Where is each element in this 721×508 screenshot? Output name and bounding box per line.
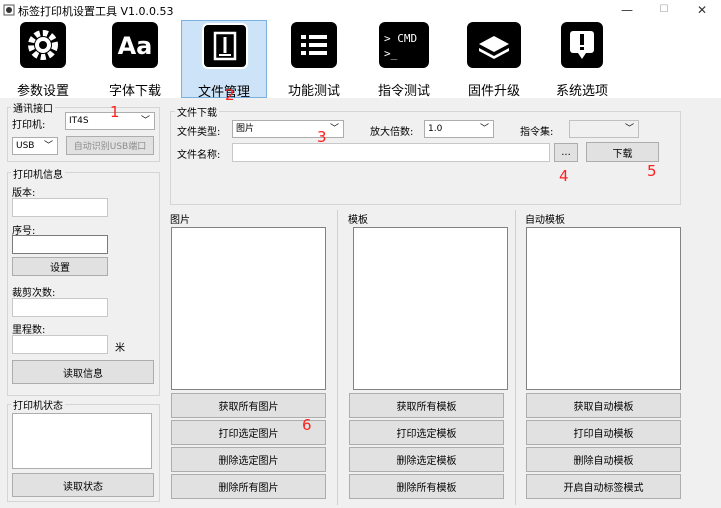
mileage-unit: 米: [115, 343, 125, 354]
divider: [515, 210, 516, 505]
minimize-button[interactable]: —: [608, 0, 646, 20]
annotation-2: 2: [225, 86, 235, 104]
annotation-4: 4: [559, 167, 569, 185]
templates-list[interactable]: [353, 227, 508, 390]
images-title: 图片: [170, 215, 190, 226]
templates-title: 模板: [348, 215, 368, 226]
status-textarea[interactable]: [12, 413, 152, 469]
toolbar: 参数设置 Aa 字体下载 文件管理 功能测试 > CMD >_ 指令测试 固件升级: [0, 20, 721, 100]
font-icon: Aa: [112, 22, 158, 68]
tab-label: 功能测试: [287, 84, 340, 99]
type-label: 文件类型:: [177, 127, 221, 138]
mileage-field[interactable]: [12, 335, 108, 354]
print-auto-template-button[interactable]: 打印自动模板: [526, 420, 681, 445]
svg-text:Aa: Aa: [118, 32, 153, 60]
tab-label: 文件管理: [197, 85, 250, 100]
list-icon: [291, 22, 337, 68]
get-auto-template-button[interactable]: 获取自动模板: [526, 393, 681, 418]
set-button[interactable]: 设置: [12, 257, 108, 276]
cmdset-select[interactable]: ﹀: [569, 120, 639, 138]
cmdset-label: 指令集:: [520, 127, 554, 138]
images-list[interactable]: [171, 227, 326, 390]
mileage-label: 里程数:: [12, 325, 46, 336]
tab-firmware-upgrade[interactable]: 固件升级: [451, 20, 537, 99]
enable-auto-label-mode-button[interactable]: 开启自动标签模式: [526, 474, 681, 499]
zoom-label: 放大倍数:: [370, 127, 414, 138]
cmd-icon: > CMD >_: [379, 22, 429, 68]
chevron-down-icon: ﹀: [479, 124, 489, 134]
tab-label: 参数设置: [16, 84, 69, 99]
tab-label: 指令测试: [377, 84, 430, 99]
comm-title: 通讯接口: [11, 100, 55, 115]
cut-count-label: 裁剪次数:: [12, 288, 56, 299]
filename-field[interactable]: [232, 143, 550, 162]
tab-label: 固件升级: [467, 84, 520, 99]
download-button[interactable]: 下载: [586, 142, 659, 162]
browse-button[interactable]: ...: [554, 143, 578, 162]
tab-label: 字体下载: [108, 84, 161, 99]
delete-auto-template-button[interactable]: 删除自动模板: [526, 447, 681, 472]
annotation-5: 5: [647, 162, 657, 180]
version-label: 版本:: [12, 188, 36, 199]
close-button[interactable]: ✕: [683, 0, 721, 20]
get-all-templates-button[interactable]: 获取所有模板: [349, 393, 504, 418]
printer-label: 打印机:: [12, 120, 46, 131]
info-title: 打印机信息: [11, 166, 65, 181]
title-bar: 标签打印机设置工具 V1.0.0.53 — ☐ ✕: [0, 0, 721, 20]
app-icon: [3, 4, 15, 16]
tab-font-download[interactable]: Aa 字体下载: [92, 20, 178, 99]
version-field[interactable]: [12, 198, 108, 217]
svg-text:> CMD: > CMD: [384, 32, 417, 45]
get-all-images-button[interactable]: 获取所有图片: [171, 393, 326, 418]
download-title: 文件下载: [175, 104, 219, 119]
read-info-button[interactable]: 读取信息: [12, 360, 154, 384]
chip-icon: [467, 22, 521, 68]
auto-templates-list[interactable]: [526, 227, 681, 390]
auto-templates-title: 自动模板: [525, 215, 565, 226]
tab-command-test[interactable]: > CMD >_ 指令测试: [361, 20, 447, 99]
chevron-down-icon: ﹀: [329, 124, 339, 134]
chevron-down-icon: ﹀: [624, 124, 634, 134]
chevron-down-icon: ﹀: [140, 116, 150, 126]
serial-field[interactable]: [12, 235, 108, 254]
file-pencil-icon: [202, 23, 248, 69]
chevron-down-icon: ﹀: [43, 141, 53, 151]
read-status-button[interactable]: 读取状态: [12, 473, 154, 497]
delete-all-images-button[interactable]: 删除所有图片: [171, 474, 326, 499]
divider: [337, 210, 338, 505]
delete-all-templates-button[interactable]: 删除所有模板: [349, 474, 504, 499]
zoom-select[interactable]: 1.0 ﹀: [424, 120, 494, 138]
tab-parameter-settings[interactable]: 参数设置: [0, 20, 86, 99]
delete-selected-template-button[interactable]: 删除选定模板: [349, 447, 504, 472]
file-type-select[interactable]: 图片 ﹀: [232, 120, 344, 138]
svg-text:>_: >_: [384, 47, 398, 60]
gear-icon: [20, 22, 66, 68]
delete-selected-image-button[interactable]: 删除选定图片: [171, 447, 326, 472]
auto-detect-button[interactable]: 自动识别USB端口: [66, 136, 154, 155]
annotation-6: 6: [302, 416, 312, 434]
print-selected-template-button[interactable]: 打印选定模板: [349, 420, 504, 445]
status-title: 打印机状态: [11, 397, 65, 412]
tab-label: 系统选项: [555, 84, 608, 99]
tab-file-management[interactable]: 文件管理: [181, 20, 267, 100]
alert-icon: [561, 22, 603, 68]
cut-count-field[interactable]: [12, 298, 108, 317]
filename-label: 文件名称:: [177, 150, 221, 161]
port-select[interactable]: USB ﹀: [12, 137, 58, 155]
annotation-1: 1: [110, 103, 120, 121]
tab-system-options[interactable]: 系统选项: [539, 20, 625, 99]
maximize-button[interactable]: ☐: [645, 0, 683, 20]
tab-function-test[interactable]: 功能测试: [271, 20, 357, 99]
window-title: 标签打印机设置工具 V1.0.0.53: [18, 5, 174, 18]
